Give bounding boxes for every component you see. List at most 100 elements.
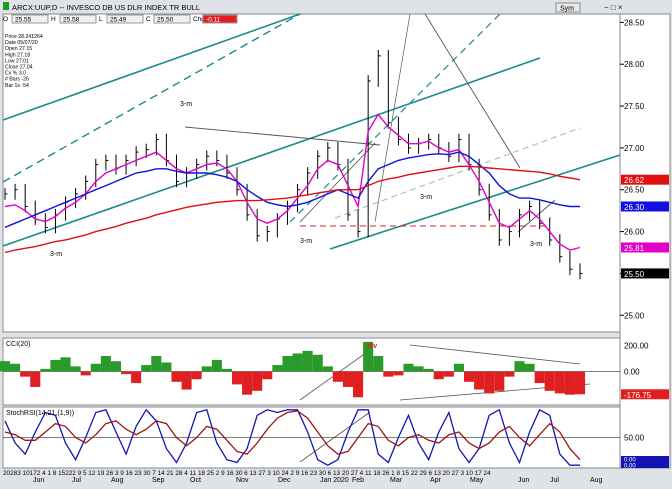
- cci-bar: [181, 371, 192, 390]
- x-axis-month-label: Jul: [550, 477, 559, 484]
- three-month-annotation: 3-m: [420, 194, 432, 201]
- cci-bar: [221, 368, 232, 372]
- cci-bar: [504, 371, 515, 377]
- cci-bar: [463, 371, 475, 382]
- cci-bar: [70, 366, 81, 372]
- x-axis-month-label: Jun: [518, 477, 529, 484]
- x-axis-month-label: May: [470, 477, 484, 484]
- cci-y-tick-label: 0.00: [624, 368, 640, 377]
- div-annotation: div: [367, 343, 377, 350]
- cci-bar: [574, 371, 586, 395]
- stochrsi-value-tag-label: 0.00: [624, 464, 636, 470]
- x-axis-month-label: Jul: [72, 477, 81, 484]
- price-y-tick-label: 28.00: [624, 60, 645, 69]
- x-axis-month-label: Jun: [33, 477, 44, 484]
- cci-bar: [554, 371, 565, 394]
- price-value-tag-label: 25.50: [624, 270, 645, 279]
- info-line: # Bars -26: [5, 77, 29, 83]
- cci-bar: [383, 371, 394, 377]
- cci-value-tag-label: -176.75: [624, 391, 652, 400]
- price-y-tick-label: 26.00: [624, 228, 645, 237]
- cci-bar: [443, 371, 454, 377]
- x-axis-month-label: Aug: [111, 477, 124, 484]
- three-month-annotation: 3-m: [300, 238, 312, 245]
- x-axis-month-label: Oct: [190, 477, 201, 484]
- ohlc-bar: O 25.55 H 25.58 L 25.49 C 25.50 Chg -0.1…: [3, 14, 238, 24]
- price-y-tick-label: 26.50: [624, 186, 645, 195]
- cci-bar: [282, 356, 293, 372]
- cci-bar: [141, 365, 152, 372]
- info-line: Cx % 3.0: [5, 71, 26, 77]
- three-month-annotation: 3-m: [530, 241, 542, 248]
- info-line: Low 27.01: [5, 58, 29, 64]
- cci-bar: [302, 350, 313, 372]
- price-y-tick-label: 28.50: [624, 18, 645, 27]
- info-line: Open 27.15: [5, 46, 32, 52]
- cci-bar: [474, 371, 485, 390]
- cci-bar: [121, 371, 132, 375]
- cci-bar: [211, 359, 222, 372]
- cci-bar: [60, 357, 71, 372]
- cci-bar: [292, 353, 303, 372]
- info-line: Price 28.241264: [5, 34, 43, 40]
- y-axis-strip: [619, 13, 671, 469]
- cci-bar: [433, 371, 444, 380]
- price-y-tick-label: 25.00: [624, 311, 645, 320]
- x-axis-month-label: Feb: [352, 477, 364, 484]
- x-axis-month-label: Dec: [278, 477, 291, 484]
- price-value-tag-label: 26.62: [624, 176, 645, 185]
- cci-bar: [514, 361, 525, 372]
- cci-bar: [453, 363, 464, 372]
- cci-bar: [201, 366, 212, 372]
- three-month-annotation: 3-m: [180, 101, 192, 108]
- price-y-tick-label: 27.00: [624, 144, 645, 153]
- cci-bar: [544, 371, 555, 391]
- x-axis-month-label: Sep: [152, 477, 165, 484]
- cci-bar: [332, 371, 343, 382]
- cci-bar: [373, 356, 384, 372]
- cci-bar: [40, 368, 51, 372]
- high-label: H: [51, 16, 56, 23]
- cci-bar: [484, 371, 495, 394]
- cci-bar: [252, 371, 263, 391]
- cci-bar: [342, 371, 354, 387]
- info-line: Date 05/07/20: [5, 40, 38, 46]
- cci-bar: [494, 371, 505, 391]
- low-label: L: [99, 16, 103, 23]
- open-value: 25.55: [15, 17, 32, 24]
- cci-bar: [10, 363, 21, 372]
- cci-bar: [110, 361, 122, 372]
- cci-bar: [131, 371, 142, 384]
- info-line: Bar 1s -54: [5, 83, 29, 89]
- cci-bar: [191, 371, 202, 380]
- chart-window: ARCX:UUP,D -- INVESCO DB US DLR INDEX TR…: [0, 0, 672, 484]
- cci-bar: [312, 354, 323, 372]
- change-value: -0.11: [206, 17, 221, 24]
- cci-bar: [423, 368, 434, 372]
- x-axis-month-label: Jan 2020: [320, 477, 349, 484]
- cci-bar: [393, 371, 404, 376]
- cci-bar: [171, 371, 182, 382]
- info-line: Close 27.04: [5, 65, 33, 71]
- cci-bar: [272, 365, 283, 372]
- chart-svg: ARCX:UUP,D -- INVESCO DB US DLR INDEX TR…: [0, 0, 672, 484]
- cci-y-tick-label: 200.00: [624, 342, 649, 351]
- cci-bar: [80, 371, 91, 376]
- cci-bar: [524, 363, 535, 372]
- x-axis-month-label: Mar: [390, 477, 403, 484]
- cci-bar: [50, 359, 61, 372]
- info-line: High 27.18: [5, 52, 30, 58]
- price-value-tag-label: 25.81: [624, 244, 645, 253]
- cci-bar: [20, 371, 31, 377]
- cci-bar: [403, 363, 414, 372]
- high-value: 25.58: [63, 17, 80, 24]
- price-value-tag-label: 26.30: [624, 203, 645, 212]
- stochrsi-y-tick-label: 50.00: [624, 434, 645, 443]
- cci-bar: [534, 371, 545, 384]
- three-month-annotation: 3-m: [50, 251, 62, 258]
- window-controls[interactable]: − □ ×: [604, 3, 623, 12]
- low-value: 25.49: [110, 17, 127, 24]
- cci-bar: [100, 356, 111, 372]
- close-value: 25.50: [157, 17, 174, 24]
- x-axis-month-label: Apr: [430, 477, 442, 484]
